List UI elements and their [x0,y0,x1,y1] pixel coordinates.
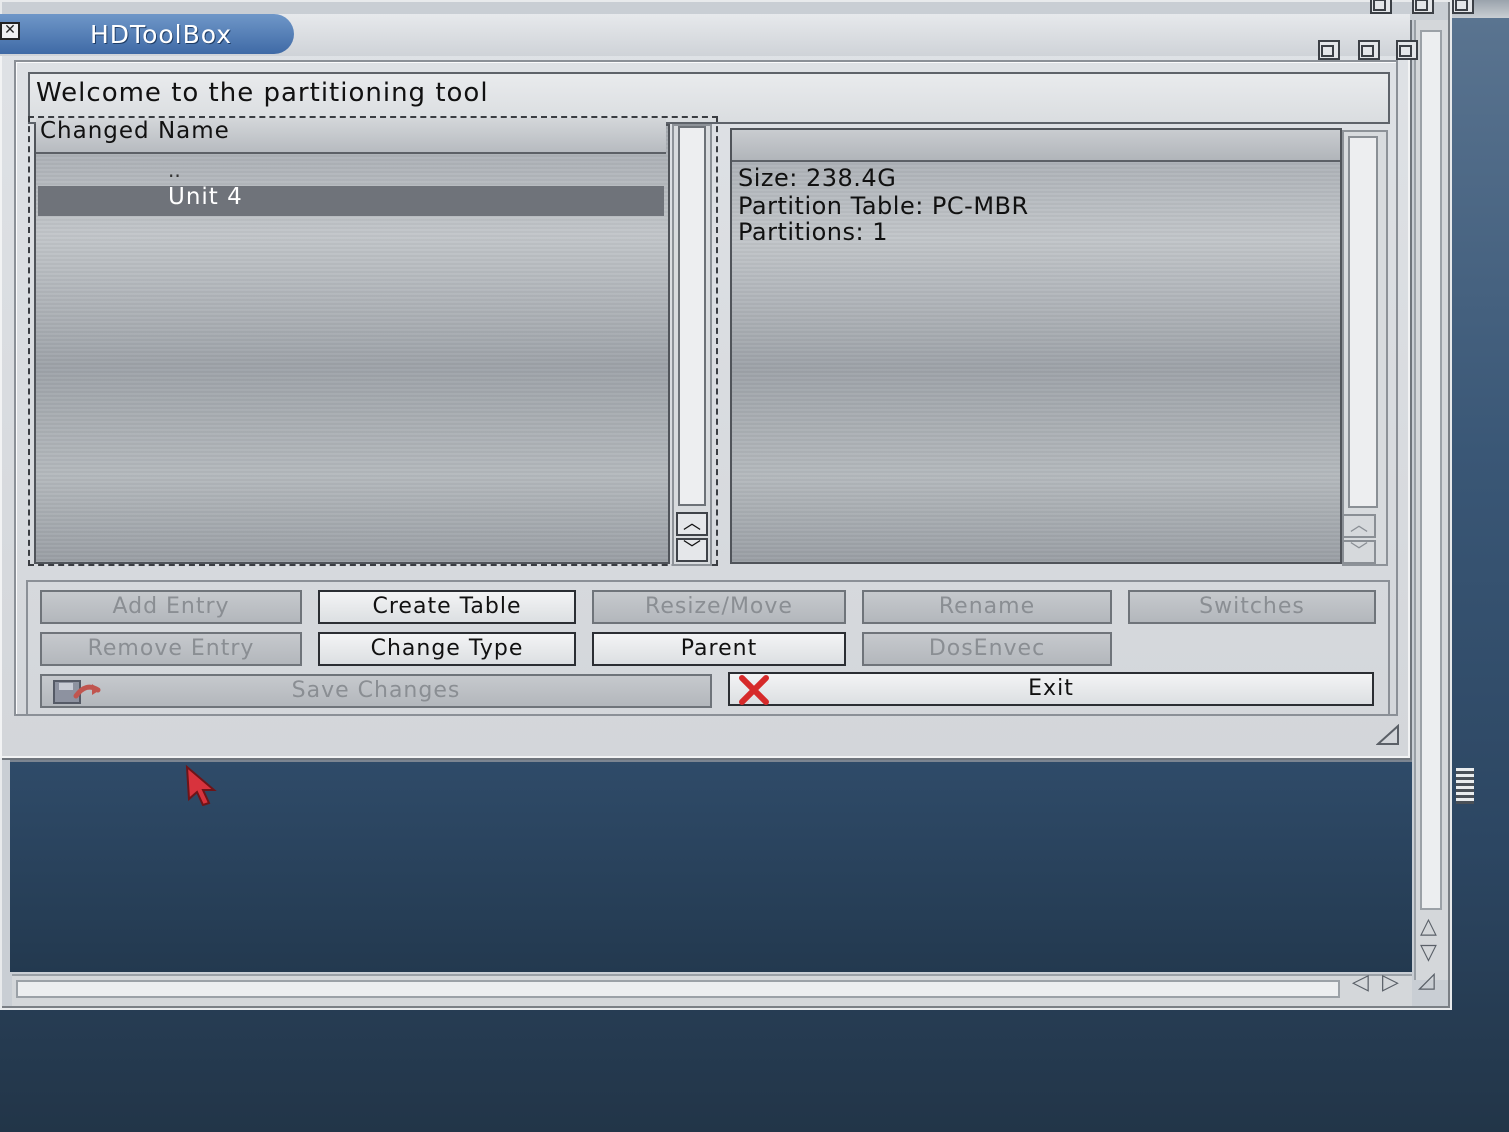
switches-button[interactable]: Switches [1128,590,1376,624]
info-partition-table: Partition Table: PC-MBR [738,192,1029,220]
scroll-left-arrow-icon[interactable]: ◁ [1352,972,1369,994]
exit-button[interactable]: Exit [728,672,1374,706]
info-panel-header [732,130,1340,162]
resize-move-button[interactable]: Resize/Move [592,590,846,624]
device-list-scroll-thumb[interactable] [678,126,706,506]
close-icon[interactable]: ✕ [0,22,20,40]
background-vertical-scroll-thumb[interactable] [1420,30,1442,910]
background-resize-corner-icon[interactable]: ◿ [1418,970,1435,992]
zoom-gadget-icon[interactable] [1358,40,1380,60]
scroll-up-arrow-icon[interactable]: △ [1420,916,1437,938]
red-x-icon [739,675,769,705]
scroll-right-arrow-icon[interactable]: ▷ [1382,972,1399,994]
mouse-pointer-icon [185,764,217,806]
side-handle-icon[interactable] [1456,768,1474,804]
create-table-button[interactable]: Create Table [318,590,576,624]
save-changes-button[interactable]: Save Changes [40,674,712,708]
info-size: Size: 238.4G [738,164,897,192]
dosenvec-button[interactable]: DosEnvec [862,632,1112,666]
list-item-label[interactable]: Unit 4 [168,184,243,210]
background-horizontal-scroll-thumb[interactable] [16,980,1340,998]
info-scroll-down-icon[interactable]: ﹀ [1342,540,1376,564]
save-disk-icon [53,680,101,704]
info-scroll-up-icon[interactable]: ︿ [1342,514,1376,538]
window-title: HDToolBox [90,20,233,49]
depth-gadget-icon[interactable] [1396,40,1418,60]
device-list-header: Changed Name [36,118,666,154]
iconify-gadget-icon[interactable] [1318,40,1340,60]
info-panel-scroll-thumb[interactable] [1348,136,1378,508]
remove-entry-button[interactable]: Remove Entry [40,632,302,666]
device-list-scroll-down-icon[interactable]: ﹀ [676,538,708,562]
rename-button[interactable]: Rename [862,590,1112,624]
device-list-scroll-up-icon[interactable]: ︿ [676,512,708,536]
scroll-down-arrow-icon[interactable]: ▽ [1420,942,1437,964]
window-resize-corner-icon[interactable] [1376,724,1400,746]
change-type-button[interactable]: Change Type [318,632,576,666]
parent-entry[interactable]: .. [168,158,181,182]
screen-depth-gadget-icon[interactable] [1452,0,1474,14]
info-partitions: Partitions: 1 [738,218,889,246]
add-entry-button[interactable]: Add Entry [40,590,302,624]
screen-iconify-gadget-icon[interactable] [1370,0,1392,14]
parent-button[interactable]: Parent [592,632,846,666]
list-item-selected[interactable] [38,186,664,216]
screen-zoom-gadget-icon[interactable] [1412,0,1434,14]
